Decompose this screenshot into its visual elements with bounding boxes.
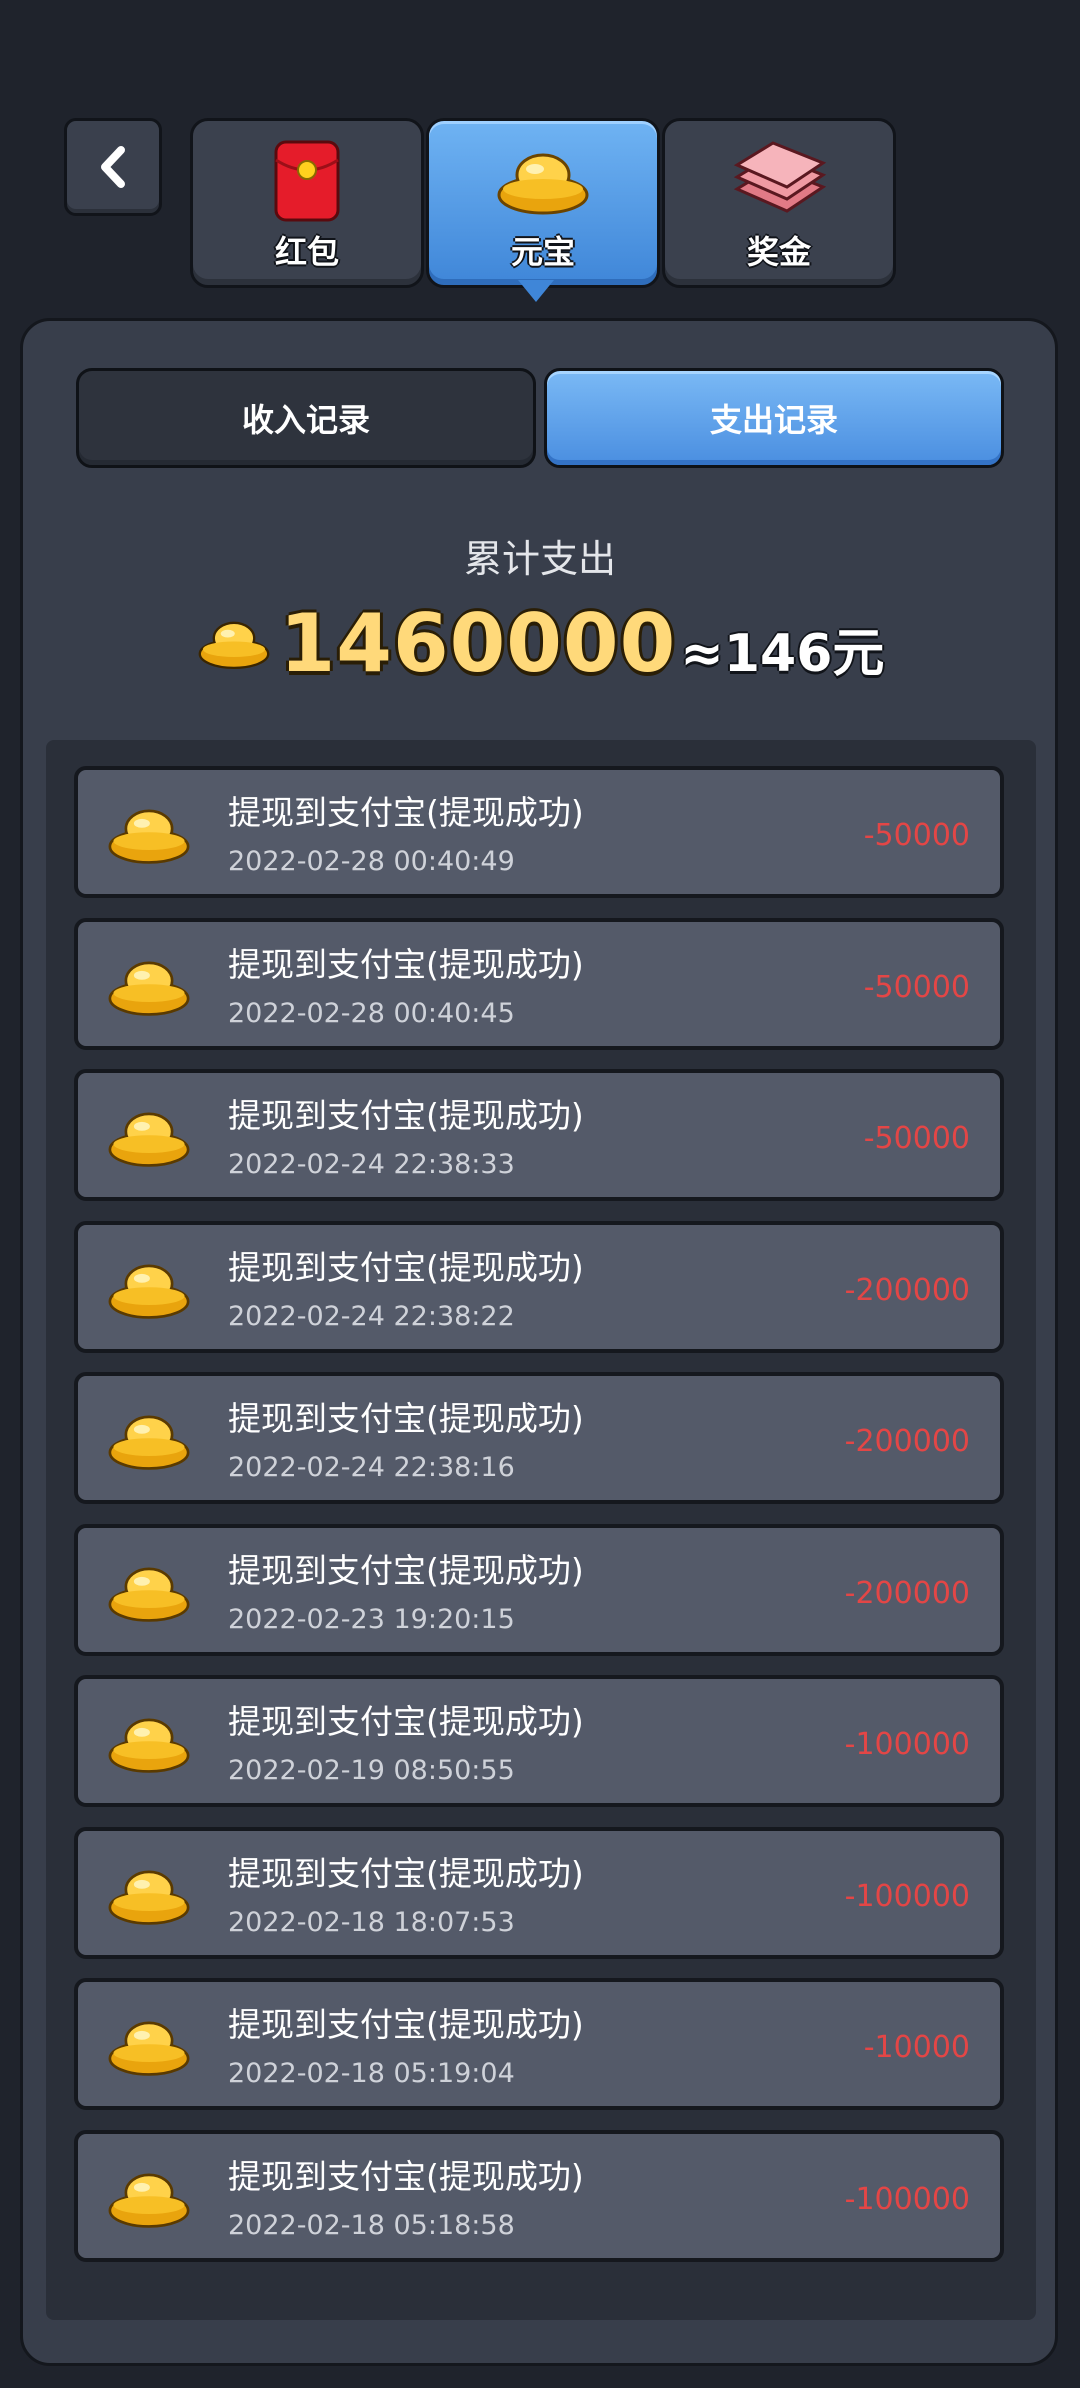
record-title: 提现到支付宝(提现成功) [228,1247,584,1287]
gold-ingot-icon [104,1257,194,1321]
tab-bonus-label: 奖金 [746,233,811,271]
record-amount: -200000 [844,1424,970,1459]
record-title: 提现到支付宝(提现成功) [228,793,584,832]
record-amount: -100000 [844,1727,970,1762]
record-title: 提现到支付宝(提现成功) [228,1853,584,1893]
gold-ingot-icon [104,802,194,866]
gold-ingot-icon [104,1863,194,1927]
record-time: 2022-02-24 22:38:16 [228,1452,515,1483]
record-title: 提现到支付宝(提现成功) [228,944,584,984]
record-title: 提现到支付宝(提现成功) [228,1702,584,1741]
record-title: 提现到支付宝(提现成功) [228,2005,584,2044]
tab-bonus[interactable]: 奖金 [662,118,896,288]
record-amount: -200000 [844,1272,970,1308]
gold-ingot-icon [104,1711,194,1775]
record-time: 2022-02-28 00:40:45 [228,997,515,1029]
record-amount: -100000 [844,2181,970,2217]
record-amount: -100000 [844,1878,970,1914]
total-ingots-value: 1460000 [279,596,677,690]
list-item[interactable]: 提现到支付宝(提现成功) 2022-02-24 22:38:33 -50000 [74,1069,1004,1201]
tab-red-envelope-label: 红包 [274,233,339,271]
record-title: 提现到支付宝(提现成功) [228,2156,584,2196]
cash-bundle-icon [724,135,834,227]
list-item[interactable]: 提现到支付宝(提现成功) 2022-02-19 08:50:55 -100000 [74,1675,1004,1807]
total-expense-amount: 1460000 ≈146元 [0,596,1080,690]
expense-records-tab[interactable]: 支出记录 [544,368,1004,468]
income-records-tab[interactable]: 收入记录 [76,368,536,468]
record-amount: -200000 [844,1575,970,1611]
gold-ingot-icon [104,1560,194,1624]
list-item[interactable]: 提现到支付宝(提现成功) 2022-02-24 22:38:22 -200000 [74,1220,1004,1353]
record-time: 2022-02-18 05:18:58 [228,2209,515,2241]
record-time: 2022-02-23 19:20:15 [228,1603,515,1635]
list-item[interactable]: 提现到支付宝(提现成功) 2022-02-28 00:40:49 -50000 [74,766,1004,898]
active-tab-pointer [518,280,554,302]
gold-ingot-icon [104,2014,194,2078]
record-amount: -50000 [863,969,970,1005]
list-item[interactable]: 提现到支付宝(提现成功) 2022-02-18 18:07:53 -100000 [74,1826,1004,1959]
list-item[interactable]: 提现到支付宝(提现成功) 2022-02-18 05:19:04 -10000 [74,1978,1004,2110]
gold-ingot-icon [198,621,269,670]
total-yuan-value: ≈146元 [680,623,885,684]
list-item[interactable]: 提现到支付宝(提现成功) 2022-02-28 00:40:45 -50000 [74,917,1004,1050]
total-expense-title: 累计支出 [463,537,616,581]
gold-ingot-icon [104,954,194,1018]
gold-ingot-icon [104,1105,194,1169]
tab-red-envelope[interactable]: 红包 [190,118,424,288]
record-amount: -50000 [863,818,970,853]
back-button[interactable] [64,118,162,216]
gold-ingot-icon [104,2166,194,2230]
tab-gold-ingot-label: 元宝 [510,233,575,271]
record-amount: -10000 [863,2030,970,2065]
record-amount: -50000 [863,1121,970,1156]
gold-ingot-icon [488,135,598,227]
record-time: 2022-02-24 22:38:22 [228,1300,515,1332]
record-time: 2022-02-19 08:50:55 [228,1755,515,1786]
record-time: 2022-02-18 05:19:04 [228,2058,515,2089]
record-title: 提现到支付宝(提现成功) [228,1550,584,1590]
gold-ingot-icon [104,1408,194,1472]
list-item[interactable]: 提现到支付宝(提现成功) 2022-02-23 19:20:15 -200000 [74,1523,1004,1656]
list-item[interactable]: 提现到支付宝(提现成功) 2022-02-24 22:38:16 -200000 [74,1372,1004,1504]
red-envelope-icon [252,135,362,227]
record-time: 2022-02-24 22:38:33 [228,1149,515,1180]
chevron-left-icon [101,146,125,188]
list-item[interactable]: 提现到支付宝(提现成功) 2022-02-18 05:18:58 -100000 [74,2129,1004,2262]
tab-gold-ingot[interactable]: 元宝 [426,118,660,288]
record-time: 2022-02-28 00:40:49 [228,846,515,877]
record-time: 2022-02-18 18:07:53 [228,1906,515,1938]
record-title: 提现到支付宝(提现成功) [228,1399,584,1438]
record-title: 提现到支付宝(提现成功) [228,1096,584,1135]
